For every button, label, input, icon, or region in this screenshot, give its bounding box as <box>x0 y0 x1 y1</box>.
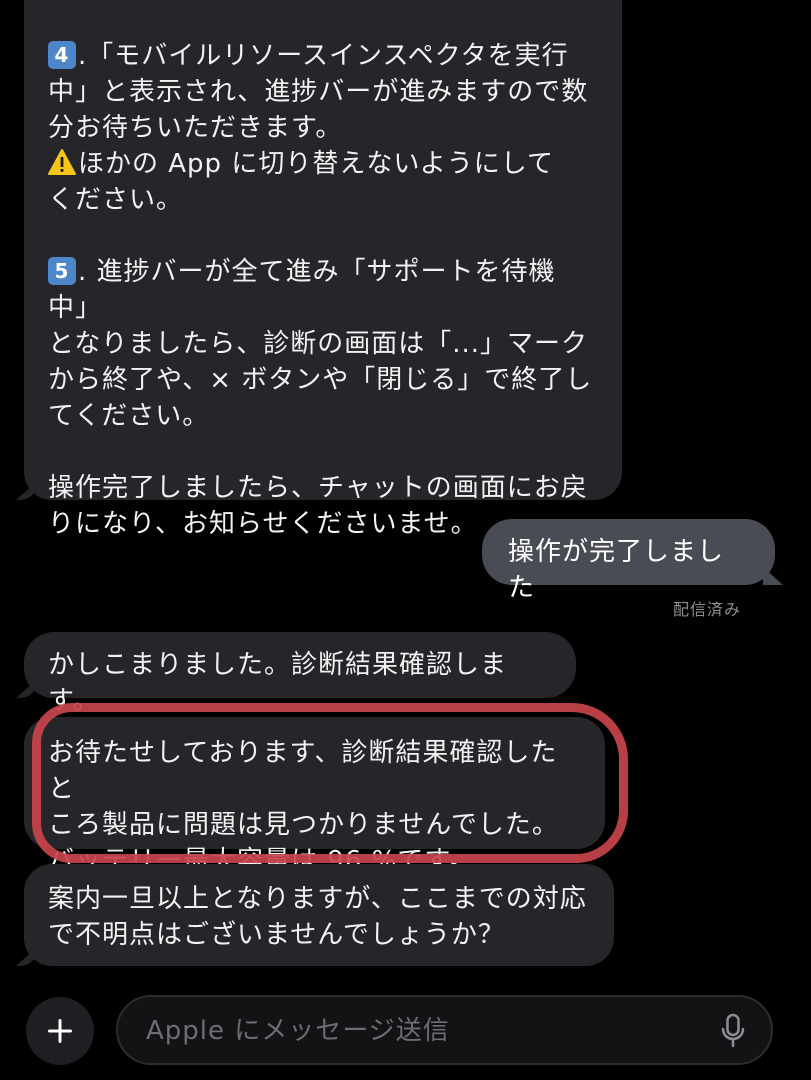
agent-message-text: お待たせしております、診断結果確認したと ころ製品に問題は見つかりませんでした。… <box>48 738 559 876</box>
add-attachment-button[interactable] <box>26 997 94 1065</box>
agent-message-acknowledge: かしこまりました。診断結果確認します。 <box>24 632 576 716</box>
warning-line: ほかの App に切り替えないようにして ください。 <box>48 146 598 218</box>
agent-message-followup: 案内一旦以上となりますが、ここまでの対応 で不明点はございませんでしょうか？ <box>24 864 614 966</box>
delivered-status: 配信済み <box>672 600 741 619</box>
warning-icon <box>48 149 76 175</box>
message-input[interactable] <box>144 997 708 1065</box>
message-input-container[interactable] <box>116 995 773 1065</box>
warning-text: ほかの App に切り替えないようにして ください。 <box>48 149 555 215</box>
keycap-5-icon: 5 <box>48 257 76 285</box>
agent-message-text: かしこまりました。診断結果確認します。 <box>48 650 508 716</box>
agent-message-instructions: 4 .「モバイルリソースインスペクタを実行 中」と表示され、進捗バーが進みますので… <box>24 0 622 539</box>
microphone-icon[interactable] <box>719 1013 747 1049</box>
plus-icon <box>48 1019 72 1043</box>
step-5: 5. 進捗バーが全て進み「サポートを待機中」 となりましたら、診断の画面は「..… <box>48 254 598 434</box>
agent-message-diagnosis-result: お待たせしております、診断結果確認したと ころ製品に問題は見つかりませんでした。… <box>24 717 605 876</box>
step-4-text: .「モバイルリソースインスペクタを実行 中」と表示され、進捗バーが進みますので数… <box>48 41 589 143</box>
chat-screen: 4 .「モバイルリソースインスペクタを実行 中」と表示され、進捗バーが進みますので… <box>0 0 811 1080</box>
user-message[interactable]: 操作が完了しました <box>482 519 775 603</box>
step-4: 4 .「モバイルリソースインスペクタを実行 中」と表示され、進捗バーが進みますので… <box>48 38 598 146</box>
keycap-4-icon: 4 <box>48 41 76 69</box>
step-5-text: . 進捗バーが全て進み「サポートを待機中」 となりましたら、診断の画面は「...… <box>48 257 593 431</box>
agent-message-text: 案内一旦以上となりますが、ここまでの対応 で不明点はございませんでしょうか？ <box>48 884 587 950</box>
